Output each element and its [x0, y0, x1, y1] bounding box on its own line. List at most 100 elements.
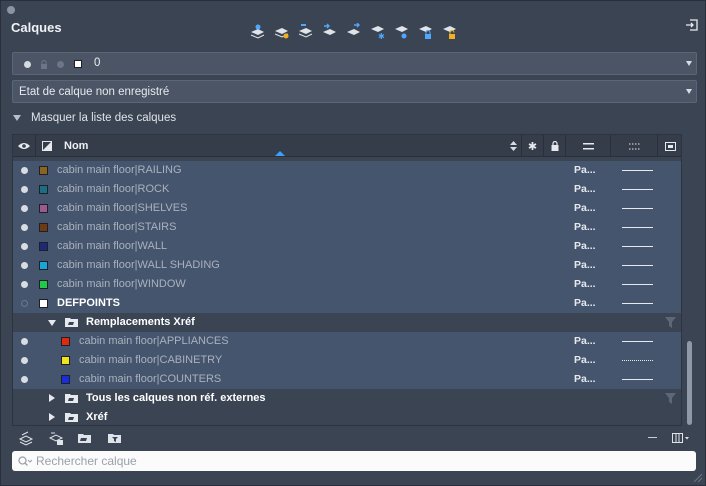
- layer-color-swatch[interactable]: [39, 223, 48, 232]
- linetype-sample[interactable]: [622, 360, 653, 361]
- layer-color-swatch[interactable]: [61, 337, 70, 346]
- filter-icon[interactable]: [665, 317, 676, 328]
- layer-palette: Calques ✱ 0 Etat de calque non enregistr…: [0, 0, 706, 486]
- linetype-sample[interactable]: [622, 246, 653, 247]
- layer-row[interactable]: cabin main floor|SHELVES Pa...: [13, 199, 681, 218]
- visibility-toggle-icon[interactable]: [21, 262, 28, 269]
- search-input[interactable]: [36, 454, 676, 468]
- layer-row[interactable]: cabin main floor|COUNTERS Pa...: [13, 370, 681, 389]
- column-plot[interactable]: [566, 135, 611, 157]
- toggle-layer-list[interactable]: Masquer la liste des calques: [13, 112, 176, 124]
- filter-icon[interactable]: [665, 393, 676, 404]
- layer-row[interactable]: cabin main floor|APPLIANCES Pa...: [13, 332, 681, 351]
- sort-icon: [510, 141, 517, 151]
- layer-grid: Nom ✱ Remplacements Xréf Tous les calque…: [12, 134, 682, 426]
- layer-states-icon[interactable]: [345, 23, 362, 40]
- visibility-toggle-icon[interactable]: [21, 205, 28, 212]
- layer-row[interactable]: cabin main floor|WALL SHADING Pa...: [13, 256, 681, 275]
- linetype-sample[interactable]: [622, 284, 653, 285]
- linetype-sample[interactable]: [622, 303, 653, 304]
- layer-color-swatch[interactable]: [39, 204, 48, 213]
- expand-caret-icon[interactable]: [49, 413, 55, 421]
- freeze-layer-icon[interactable]: ✱: [369, 23, 386, 40]
- plot-style-value[interactable]: Pa...: [574, 373, 596, 385]
- column-layout-icon[interactable]: [672, 433, 690, 443]
- group-row-non-xref[interactable]: Tous les calques non réf. externes: [13, 389, 681, 408]
- column-chooser[interactable]: [658, 135, 681, 157]
- visibility-toggle-icon[interactable]: [21, 376, 28, 383]
- column-chooser-icon: [665, 141, 676, 151]
- layer-state-dropdown[interactable]: Etat de calque non enregistré: [12, 80, 697, 103]
- visibility-toggle-icon[interactable]: [21, 300, 28, 307]
- layer-row[interactable]: cabin main floor|WALL Pa...: [13, 237, 681, 256]
- layer-row[interactable]: cabin main floor|STAIRS Pa...: [13, 218, 681, 237]
- linetype-sample[interactable]: [622, 170, 653, 171]
- plot-style-value[interactable]: Pa...: [574, 297, 596, 309]
- linetype-sample[interactable]: [622, 341, 653, 342]
- visibility-toggle-icon[interactable]: [21, 186, 28, 193]
- layer-row[interactable]: cabin main floor|RAILING Pa...: [13, 161, 681, 180]
- search-box[interactable]: [12, 451, 696, 471]
- visibility-toggle-icon[interactable]: [21, 281, 28, 288]
- layer-color-swatch[interactable]: [61, 356, 70, 365]
- new-layer-icon[interactable]: [249, 23, 266, 40]
- expand-caret-icon[interactable]: [49, 394, 55, 402]
- group-row-xref[interactable]: Xréf: [13, 408, 681, 425]
- column-visibility[interactable]: [13, 135, 36, 157]
- resize-grip-icon[interactable]: [693, 473, 702, 482]
- layer-color-swatch[interactable]: [39, 280, 48, 289]
- linetype-sample[interactable]: [622, 227, 653, 228]
- layer-row[interactable]: cabin main floor|WINDOW Pa...: [13, 275, 681, 294]
- minus-icon[interactable]: [648, 437, 657, 438]
- visibility-toggle-icon[interactable]: [21, 243, 28, 250]
- palette-title: Calques: [11, 20, 62, 35]
- linetype-sample[interactable]: [622, 265, 653, 266]
- palette-grip-icon[interactable]: [7, 6, 15, 14]
- layer-properties-icon[interactable]: [18, 430, 34, 446]
- column-freeze[interactable]: ✱: [522, 135, 544, 157]
- plot-style-value[interactable]: Pa...: [574, 221, 596, 233]
- visibility-toggle-icon[interactable]: [21, 338, 28, 345]
- vertical-scrollbar[interactable]: [687, 341, 692, 425]
- linetype-sample[interactable]: [622, 379, 653, 380]
- layer-color-swatch[interactable]: [39, 166, 48, 175]
- plot-style-value[interactable]: Pa...: [574, 278, 596, 290]
- plot-style-value[interactable]: Pa...: [574, 335, 596, 347]
- new-group-filter-icon[interactable]: [48, 430, 64, 446]
- delete-layer-icon[interactable]: [297, 23, 314, 40]
- layer-row[interactable]: DEFPOINTS Pa...: [13, 294, 681, 313]
- layer-color-swatch[interactable]: [61, 375, 70, 384]
- plot-style-value[interactable]: Pa...: [574, 183, 596, 195]
- lock-layer-icon[interactable]: [417, 23, 434, 40]
- visibility-toggle-icon[interactable]: [21, 357, 28, 364]
- visibility-toggle-icon[interactable]: [21, 167, 28, 174]
- column-linetype[interactable]: [611, 135, 658, 157]
- layer-color-swatch[interactable]: [39, 299, 48, 308]
- group-row-overrides[interactable]: Remplacements Xréf: [13, 313, 681, 332]
- unlock-layer-icon[interactable]: [441, 23, 458, 40]
- plot-style-value[interactable]: Pa...: [574, 259, 596, 271]
- new-folder-icon[interactable]: [77, 430, 93, 446]
- plot-style-value[interactable]: Pa...: [574, 240, 596, 252]
- layer-name: cabin main floor|STAIRS: [57, 221, 177, 233]
- isolate-layer-icon[interactable]: [393, 23, 410, 40]
- visibility-toggle-icon[interactable]: [21, 224, 28, 231]
- folder-icon: [65, 413, 78, 422]
- linetype-sample[interactable]: [622, 189, 653, 190]
- expand-caret-icon[interactable]: [48, 320, 56, 326]
- layer-color-swatch[interactable]: [39, 242, 48, 251]
- plot-style-value[interactable]: Pa...: [574, 164, 596, 176]
- current-layer-dropdown[interactable]: 0: [12, 52, 697, 75]
- column-lock[interactable]: [544, 135, 566, 157]
- new-property-filter-icon[interactable]: [107, 430, 123, 446]
- detach-panel-icon[interactable]: [685, 18, 699, 32]
- layer-row[interactable]: cabin main floor|CABINETRY Pa...: [13, 351, 681, 370]
- new-layer-frozen-icon[interactable]: [273, 23, 290, 40]
- layer-color-swatch[interactable]: [39, 261, 48, 270]
- plot-style-value[interactable]: Pa...: [574, 202, 596, 214]
- linetype-sample[interactable]: [622, 208, 653, 209]
- set-current-icon[interactable]: [321, 23, 338, 40]
- layer-row[interactable]: cabin main floor|ROCK Pa...: [13, 180, 681, 199]
- layer-color-swatch[interactable]: [39, 185, 48, 194]
- plot-style-value[interactable]: Pa...: [574, 354, 596, 366]
